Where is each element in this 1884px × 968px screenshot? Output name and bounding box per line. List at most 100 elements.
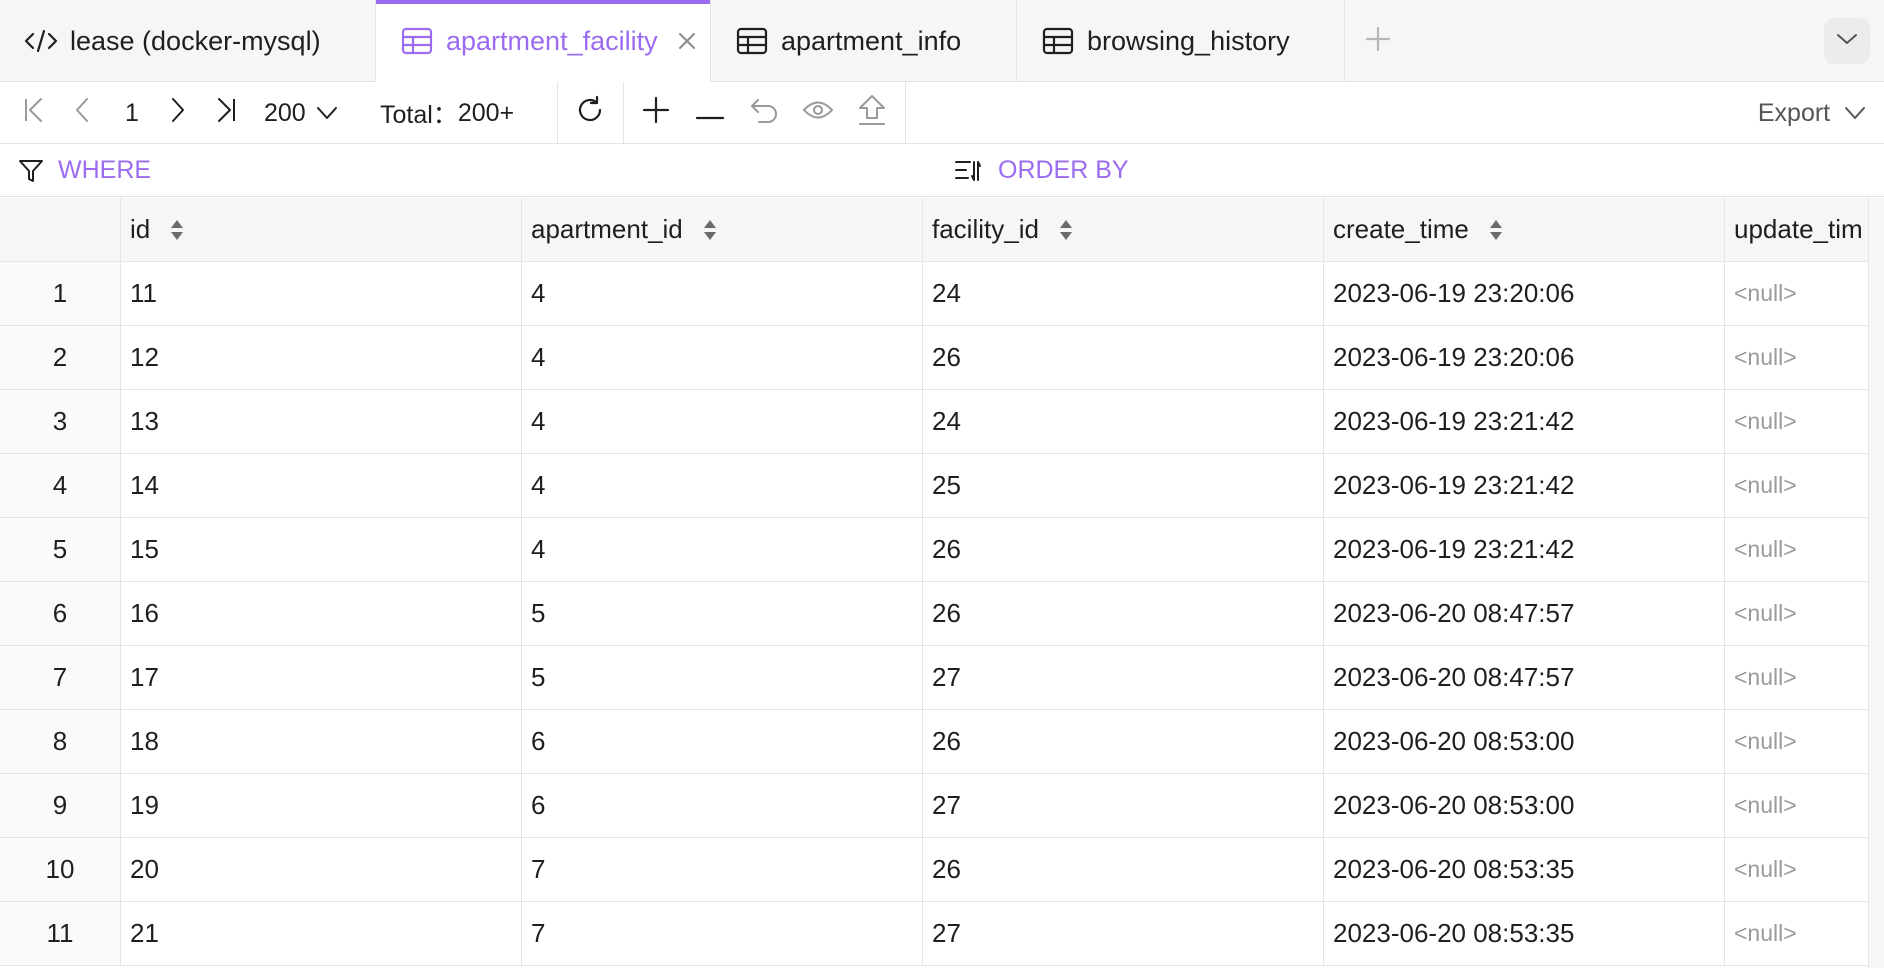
cell-id[interactable]: 17 [121,646,522,709]
cell-update-time[interactable]: <null> [1725,838,1868,901]
cell-update-time[interactable]: <null> [1725,646,1868,709]
cell-apartment-id[interactable]: 4 [522,326,923,389]
sort-toggle-icon[interactable] [1489,218,1503,242]
table-row[interactable]: 3 13 4 24 2023-06-19 23:21:42 <null> [0,390,1868,454]
row-number[interactable]: 2 [0,326,121,389]
row-number[interactable]: 5 [0,518,121,581]
cell-create-time[interactable]: 2023-06-20 08:53:00 [1324,710,1725,773]
tab-lease-connection[interactable]: lease (docker-mysql) [0,0,376,82]
cell-update-time[interactable]: <null> [1725,710,1868,773]
row-number[interactable]: 7 [0,646,121,709]
cell-apartment-id[interactable]: 6 [522,774,923,837]
cell-facility-id[interactable]: 24 [923,262,1324,325]
cell-apartment-id[interactable]: 4 [522,454,923,517]
column-header-id[interactable]: id [121,198,522,261]
next-page-button[interactable] [160,82,196,144]
sort-toggle-icon[interactable] [703,218,717,242]
table-row[interactable]: 9 19 6 27 2023-06-20 08:53:00 <null> [0,774,1868,838]
column-header-update-time[interactable]: update_tim [1725,198,1868,261]
cell-id[interactable]: 11 [121,262,522,325]
cell-update-time[interactable]: <null> [1725,262,1868,325]
sort-toggle-icon[interactable] [170,218,184,242]
cell-create-time[interactable]: 2023-06-20 08:53:35 [1324,902,1725,965]
cell-facility-id[interactable]: 26 [923,518,1324,581]
cell-facility-id[interactable]: 27 [923,646,1324,709]
table-row[interactable]: 6 16 5 26 2023-06-20 08:47:57 <null> [0,582,1868,646]
table-row[interactable]: 8 18 6 26 2023-06-20 08:53:00 <null> [0,710,1868,774]
cell-update-time[interactable]: <null> [1725,902,1868,965]
cell-id[interactable]: 14 [121,454,522,517]
table-row[interactable]: 4 14 4 25 2023-06-19 23:21:42 <null> [0,454,1868,518]
cell-facility-id[interactable]: 27 [923,774,1324,837]
cell-create-time[interactable]: 2023-06-19 23:21:42 [1324,454,1725,517]
table-row[interactable]: 7 17 5 27 2023-06-20 08:47:57 <null> [0,646,1868,710]
cell-apartment-id[interactable]: 7 [522,838,923,901]
cell-apartment-id[interactable]: 4 [522,390,923,453]
cell-apartment-id[interactable]: 4 [522,518,923,581]
cell-id[interactable]: 18 [121,710,522,773]
preview-button[interactable] [796,82,840,144]
refresh-button[interactable] [568,82,612,144]
previous-page-button[interactable] [64,82,100,144]
cell-facility-id[interactable]: 26 [923,838,1324,901]
cell-create-time[interactable]: 2023-06-19 23:20:06 [1324,262,1725,325]
cell-id[interactable]: 20 [121,838,522,901]
cell-update-time[interactable]: <null> [1725,582,1868,645]
row-number[interactable]: 4 [0,454,121,517]
cell-update-time[interactable]: <null> [1725,326,1868,389]
cell-facility-id[interactable]: 26 [923,582,1324,645]
table-row[interactable]: 5 15 4 26 2023-06-19 23:21:42 <null> [0,518,1868,582]
new-tab-button[interactable] [1345,0,1411,82]
table-row[interactable]: 10 20 7 26 2023-06-20 08:53:35 <null> [0,838,1868,902]
table-row[interactable]: 2 12 4 26 2023-06-19 23:20:06 <null> [0,326,1868,390]
cell-apartment-id[interactable]: 5 [522,646,923,709]
cell-create-time[interactable]: 2023-06-19 23:20:06 [1324,326,1725,389]
cell-id[interactable]: 21 [121,902,522,965]
cell-create-time[interactable]: 2023-06-19 23:21:42 [1324,518,1725,581]
add-row-button[interactable] [634,82,678,144]
cell-apartment-id[interactable]: 5 [522,582,923,645]
close-icon[interactable] [674,28,700,54]
cell-facility-id[interactable]: 26 [923,710,1324,773]
undo-button[interactable] [742,82,786,144]
row-number[interactable]: 8 [0,710,121,773]
cell-update-time[interactable]: <null> [1725,774,1868,837]
submit-changes-button[interactable] [850,82,894,144]
cell-apartment-id[interactable]: 4 [522,262,923,325]
page-size-select[interactable]: 200 [264,82,354,144]
cell-create-time[interactable]: 2023-06-19 23:21:42 [1324,390,1725,453]
cell-create-time[interactable]: 2023-06-20 08:47:57 [1324,582,1725,645]
column-header-create-time[interactable]: create_time [1324,198,1725,261]
row-number[interactable]: 10 [0,838,121,901]
tab-list-dropdown-button[interactable] [1824,18,1870,64]
cell-facility-id[interactable]: 26 [923,326,1324,389]
cell-id[interactable]: 19 [121,774,522,837]
where-filter-input[interactable]: WHERE [18,144,898,197]
cell-create-time[interactable]: 2023-06-20 08:53:00 [1324,774,1725,837]
tab-browsing-history[interactable]: browsing_history [1017,0,1345,82]
order-by-input[interactable]: ORDER BY [954,144,1854,197]
cell-create-time[interactable]: 2023-06-20 08:53:35 [1324,838,1725,901]
column-header-facility-id[interactable]: facility_id [923,198,1324,261]
cell-create-time[interactable]: 2023-06-20 08:47:57 [1324,646,1725,709]
delete-row-button[interactable] [688,82,732,144]
cell-id[interactable]: 13 [121,390,522,453]
table-row[interactable]: 1 11 4 24 2023-06-19 23:20:06 <null> [0,262,1868,326]
cell-update-time[interactable]: <null> [1725,518,1868,581]
row-number[interactable]: 1 [0,262,121,325]
tab-apartment-facility[interactable]: apartment_facility [376,0,711,82]
column-header-apartment-id[interactable]: apartment_id [522,198,923,261]
cell-update-time[interactable]: <null> [1725,390,1868,453]
cell-update-time[interactable]: <null> [1725,454,1868,517]
cell-apartment-id[interactable]: 6 [522,710,923,773]
cell-facility-id[interactable]: 27 [923,902,1324,965]
cell-id[interactable]: 15 [121,518,522,581]
cell-id[interactable]: 12 [121,326,522,389]
row-number[interactable]: 9 [0,774,121,837]
row-number[interactable]: 6 [0,582,121,645]
sort-toggle-icon[interactable] [1059,218,1073,242]
vertical-scrollbar[interactable] [1868,198,1884,968]
cell-facility-id[interactable]: 24 [923,390,1324,453]
export-dropdown[interactable]: Export [1750,82,1874,144]
cell-id[interactable]: 16 [121,582,522,645]
